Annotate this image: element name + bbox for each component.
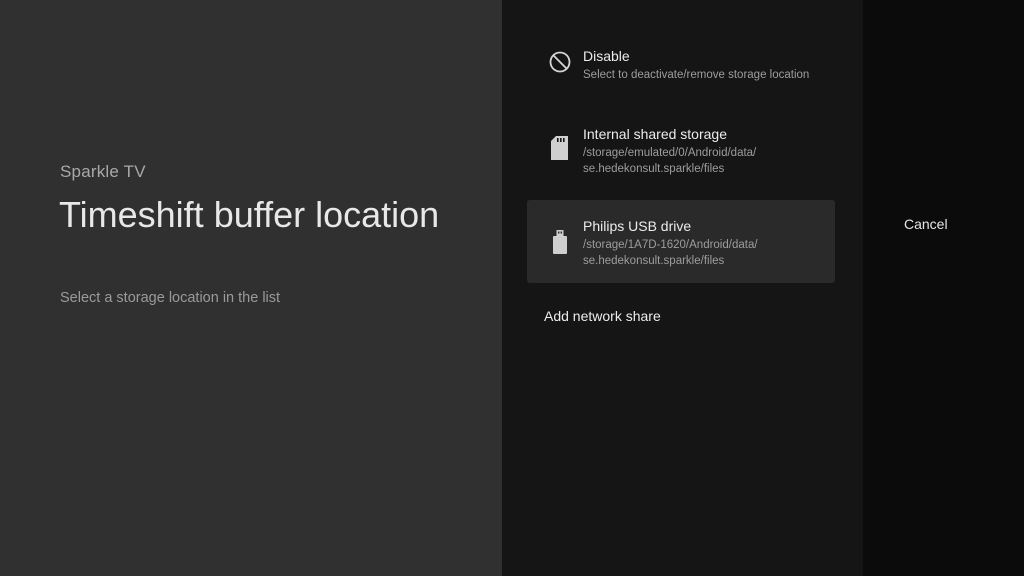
actions-pane: Disable Select to deactivate/remove stor… <box>502 0 863 576</box>
page-title: Timeshift buffer location <box>59 194 440 235</box>
action-label: Philips USB drive <box>583 218 692 234</box>
action-label: Internal shared storage <box>583 126 727 142</box>
breadcrumb: Sparkle TV <box>60 162 146 181</box>
action-description: /storage/emulated/0/Android/data/ se.hed… <box>583 147 757 175</box>
page-description: Select a storage location in the list <box>60 290 281 306</box>
guidance-pane: Sparkle TV Timeshift buffer location Sel… <box>0 0 502 576</box>
action-description: /storage/1A7D-1620/Android/data/ se.hede… <box>583 239 758 267</box>
usb-drive-icon <box>553 230 567 259</box>
action-add-network-share[interactable]: Add network share <box>544 308 661 324</box>
action-usb-drive[interactable]: Philips USB drive /storage/1A7D-1620/And… <box>527 200 835 283</box>
action-internal-storage[interactable]: Internal shared storage /storage/emulate… <box>527 118 835 184</box>
action-disable[interactable]: Disable Select to deactivate/remove stor… <box>527 40 835 92</box>
action-text: Internal shared storage /storage/emulate… <box>583 125 829 177</box>
cancel-button[interactable]: Cancel <box>904 216 948 232</box>
action-description: Select to deactivate/remove storage loca… <box>583 69 810 81</box>
block-icon <box>549 51 571 78</box>
action-text: Philips USB drive /storage/1A7D-1620/And… <box>583 217 829 269</box>
button-pane: Cancel <box>863 0 1024 576</box>
sd-card-icon <box>551 136 569 165</box>
timeshift-settings-screen: Sparkle TV Timeshift buffer location Sel… <box>0 0 1024 576</box>
action-text: Disable Select to deactivate/remove stor… <box>583 47 829 84</box>
action-label: Disable <box>583 48 630 64</box>
